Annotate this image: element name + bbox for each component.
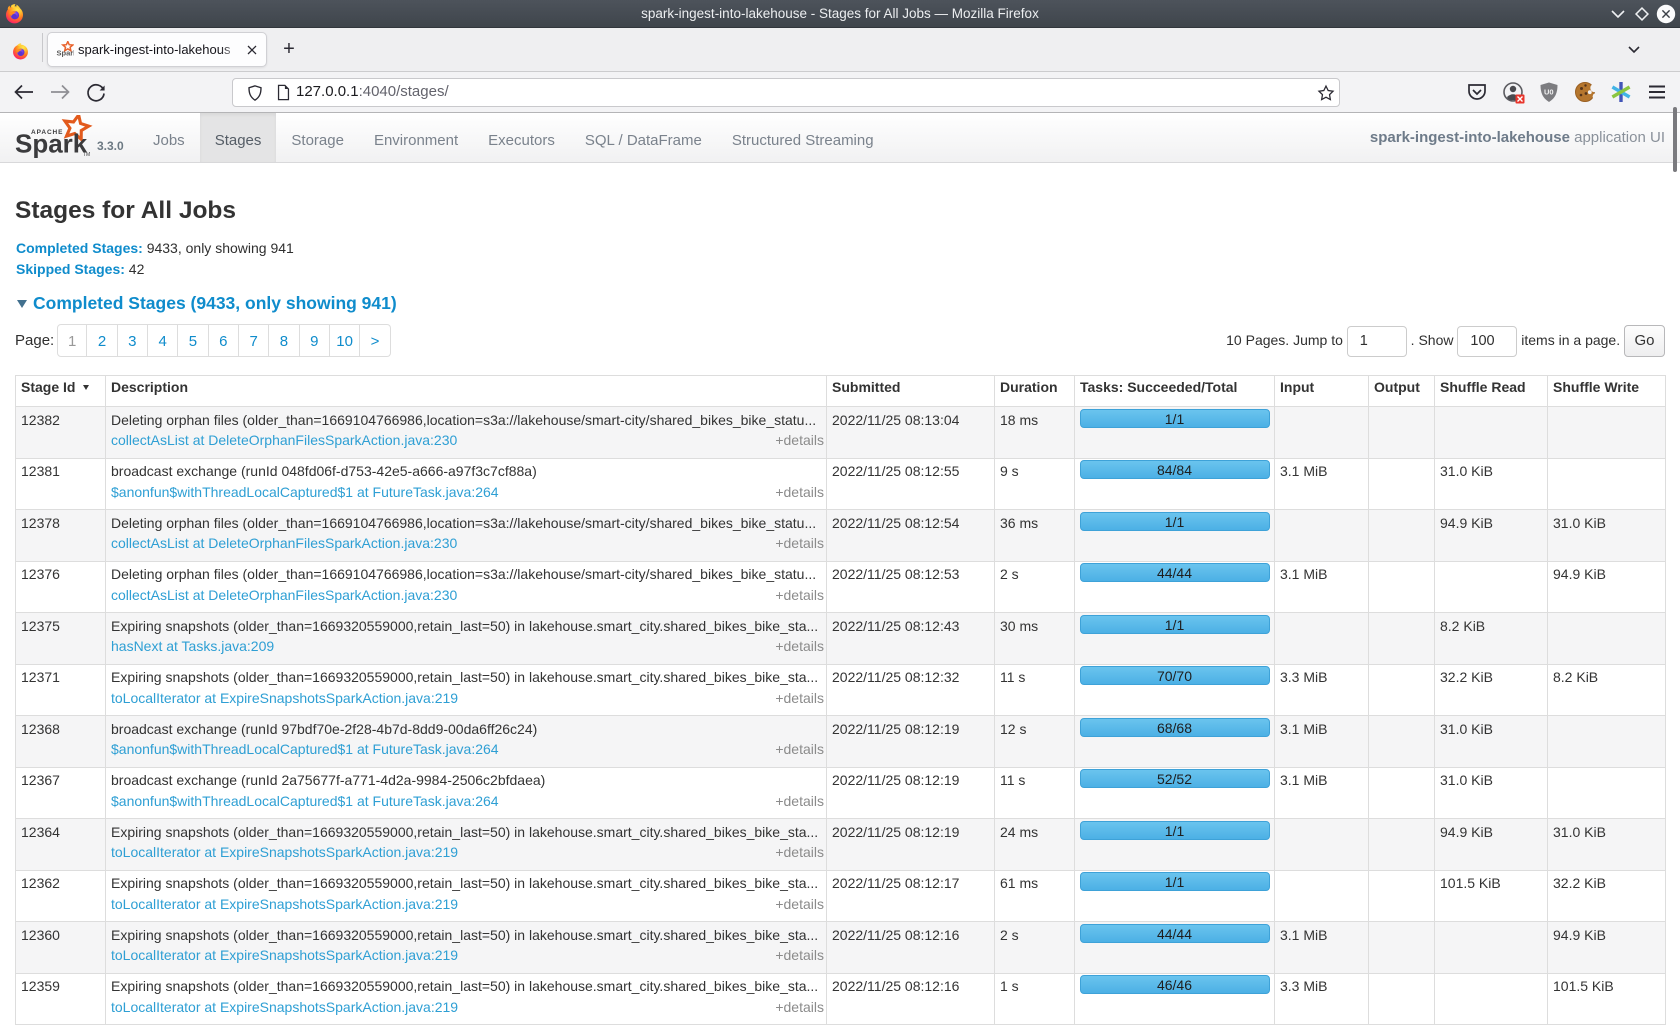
svg-text:Spark: Spark — [57, 49, 75, 58]
svg-text:Spark: Spark — [15, 129, 88, 159]
svg-text:TM: TM — [83, 152, 90, 158]
svg-text:U0: U0 — [1544, 88, 1554, 97]
